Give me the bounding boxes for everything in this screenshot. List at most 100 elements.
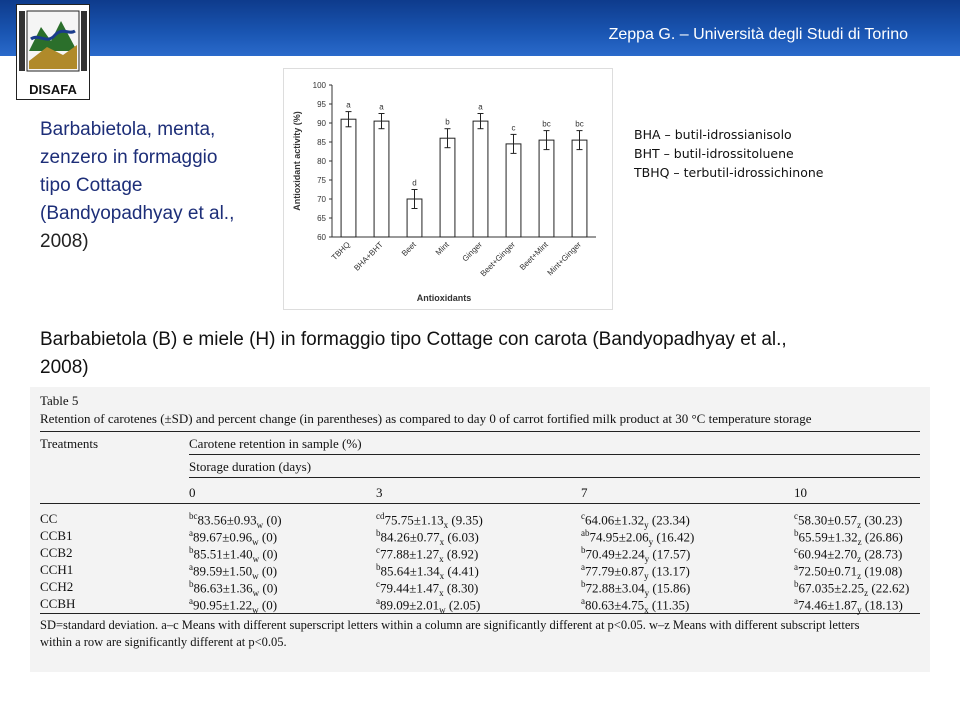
significance-letter: b xyxy=(445,118,450,127)
y-tick-label: 80 xyxy=(317,157,326,166)
percent-change: (8.30) xyxy=(443,580,479,596)
author-text: Zeppa G. – Università degli Studi di Tor… xyxy=(608,26,908,43)
y-tick-label: 70 xyxy=(317,195,326,204)
percent-change: (0) xyxy=(258,563,278,579)
cell-value: 89.09±2.01 xyxy=(380,597,440,613)
cell-value: 58.30±0.57 xyxy=(798,512,858,528)
cell-value: 70.49±2.24 xyxy=(585,546,645,562)
y-tick-label: 100 xyxy=(313,81,327,90)
day-header: 7 xyxy=(581,485,588,500)
cell-value: 84.26±0.77 xyxy=(380,529,440,545)
y-tick-label: 60 xyxy=(317,233,326,242)
cell-value: 89.59±1.50 xyxy=(193,563,253,579)
table-section-title: Barbabietola (B) e miele (H) in formaggi… xyxy=(40,326,940,382)
cell-value: 72.50±0.71 xyxy=(798,563,858,579)
title-line: tipo Cottage xyxy=(40,175,143,196)
cell-value: 86.63±1.36 xyxy=(193,580,253,596)
logo-label: DISAFA xyxy=(29,82,77,97)
y-tick-label: 85 xyxy=(317,138,326,147)
bar xyxy=(439,137,456,238)
title-line: (Bandyopadhyay et al., xyxy=(40,203,235,224)
table-footnote: within a row are significantly different… xyxy=(40,635,287,649)
row-treatment: CCB2 xyxy=(40,545,73,560)
significance-letter: c xyxy=(512,123,516,132)
percent-change: (15.86) xyxy=(649,580,691,596)
row-treatment: CCBH xyxy=(40,596,76,611)
cell-value: 77.79±0.87 xyxy=(585,563,645,579)
header-duration: Storage duration (days) xyxy=(189,459,312,474)
cell-value: 75.75±1.13 xyxy=(384,512,444,528)
x-tick-label: Beet+Mint xyxy=(518,240,551,273)
section-title: Barbabietola, menta, zenzero in formaggi… xyxy=(40,116,270,256)
percent-change: (8.92) xyxy=(443,546,479,562)
superscript-letter: ab xyxy=(581,528,590,538)
cell-value: 89.67±0.96 xyxy=(193,529,253,545)
y-tick-label: 75 xyxy=(317,176,326,185)
percent-change: (9.35) xyxy=(448,512,483,528)
y-axis-label: Antioxidant activity (%) xyxy=(292,111,302,211)
percent-change: (13.17) xyxy=(648,563,690,579)
y-tick-label: 95 xyxy=(317,100,326,109)
cell-value: 85.51±1.40 xyxy=(193,546,253,562)
percent-change: (22.62) xyxy=(868,580,910,596)
percent-change: (28.73) xyxy=(861,546,903,562)
x-tick-label: BHA+BHT xyxy=(352,240,385,273)
day-header: 3 xyxy=(376,485,383,500)
significance-letter: a xyxy=(346,101,351,110)
day-header: 10 xyxy=(794,485,807,500)
bar xyxy=(340,118,357,238)
percent-change: (0) xyxy=(263,512,282,528)
percent-change: (19.08) xyxy=(861,563,903,579)
percent-change: (11.35) xyxy=(648,597,690,613)
cell-value: 72.88±3.04 xyxy=(585,580,645,596)
cell-value: 60.94±2.70 xyxy=(798,546,858,562)
superscript-letter: cd xyxy=(376,511,385,521)
table-rule xyxy=(189,477,920,478)
abbreviation-legend: BHA – butil-idrossianisolo BHT – butil-i… xyxy=(634,125,823,182)
significance-letter: bc xyxy=(542,120,550,129)
percent-change: (4.41) xyxy=(444,563,479,579)
cell-value: 64.06±1.32 xyxy=(585,512,645,528)
cell-value: 85.64±1.34 xyxy=(380,563,440,579)
x-tick-label: Beet xyxy=(400,240,419,259)
percent-change: (17.57) xyxy=(649,546,691,562)
y-tick-label: 90 xyxy=(317,119,326,128)
table-caption: Retention of carotenes (±SD) and percent… xyxy=(40,411,812,426)
bar xyxy=(472,120,489,238)
row-treatment: CC xyxy=(40,511,58,526)
table-label: Table 5 xyxy=(40,393,79,408)
significance-letter: d xyxy=(412,179,416,188)
cell-value: 83.56±0.93 xyxy=(197,512,257,528)
bar xyxy=(373,120,390,238)
percent-change: (16.42) xyxy=(653,529,695,545)
bar xyxy=(538,139,555,238)
header-bar: Zeppa G. – Università degli Studi di Tor… xyxy=(0,0,960,56)
y-tick-label: 65 xyxy=(317,214,326,223)
logo-emblem-icon xyxy=(17,5,89,79)
title-line: 2008) xyxy=(40,357,89,378)
cell-value: 67.035±2.25 xyxy=(798,580,865,596)
percent-change: (0) xyxy=(258,529,278,545)
table-rule xyxy=(40,503,920,504)
university-logo: DISAFA xyxy=(16,4,90,100)
bar xyxy=(571,139,588,238)
legend-line-tbhq: TBHQ – terbutil-idrossichinone xyxy=(634,165,824,180)
carotene-table: Table 5 Retention of carotenes (±SD) and… xyxy=(30,387,930,672)
percent-change: (30.23) xyxy=(861,512,903,528)
percent-change: (23.34) xyxy=(648,512,690,528)
bar xyxy=(505,143,522,238)
title-line: Barbabietola, menta, xyxy=(40,119,216,140)
percent-change: (18.13) xyxy=(861,597,903,613)
header-treatments: Treatments xyxy=(40,436,99,451)
day-header: 0 xyxy=(189,485,196,500)
cell-value: 79.44±1.47 xyxy=(380,580,440,596)
cell-value: 80.63±4.75 xyxy=(585,597,645,613)
cell-value: 65.59±1.32 xyxy=(798,529,858,545)
table-footnote: SD=standard deviation. a–c Means with di… xyxy=(40,618,860,632)
title-line: Barbabietola (B) e miele (H) in formaggi… xyxy=(40,329,787,350)
percent-change: (2.05) xyxy=(445,597,481,613)
x-axis-label: Antioxidants xyxy=(417,293,472,303)
title-line: 2008) xyxy=(40,231,89,252)
significance-letter: bc xyxy=(575,120,583,129)
antioxidant-chart: 60 65 70 75 80 85 90 95 100 a TBHQ a BHA+BHT d Beet b Mi… xyxy=(283,68,613,310)
